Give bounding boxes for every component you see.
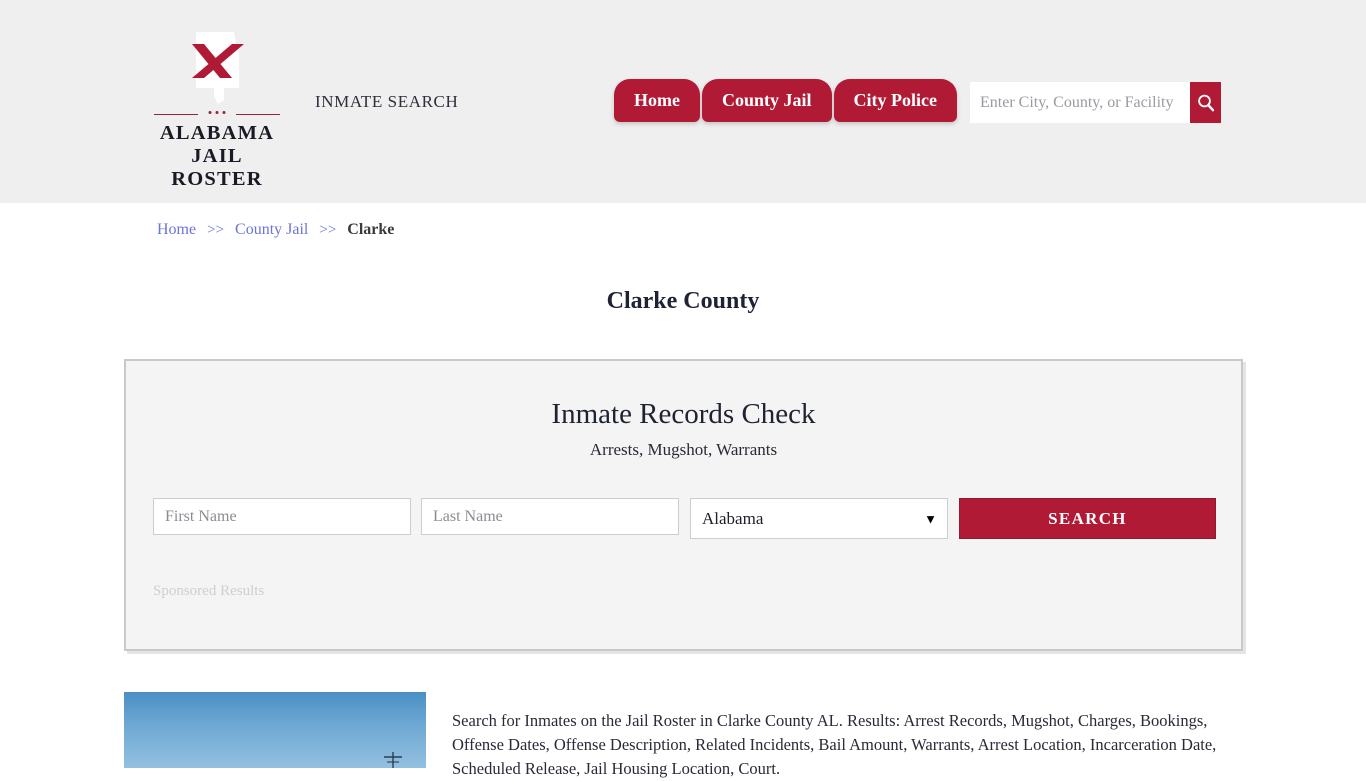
- breadcrumb-item-current: Clarke: [347, 221, 395, 238]
- alabama-state-outline-with-cross-icon: [182, 30, 252, 106]
- breadcrumb-separator: >>: [319, 222, 337, 238]
- card-title: Inmate Records Check: [551, 398, 816, 430]
- search-submit-button[interactable]: SEARCH: [959, 498, 1216, 539]
- logo-divider: [154, 110, 280, 119]
- first-name-input[interactable]: [153, 498, 411, 535]
- nav-item-county-jail[interactable]: County Jail: [701, 79, 832, 122]
- breadcrumb-separator: >>: [207, 222, 225, 238]
- logo-text-line1: ALABAMA: [159, 122, 275, 144]
- main-navigation: Home County Jail City Police: [614, 79, 957, 122]
- breadcrumb-item-home[interactable]: Home: [157, 221, 196, 238]
- nav-item-city-police[interactable]: City Police: [833, 79, 957, 122]
- breadcrumb-item-county-jail[interactable]: County Jail: [235, 221, 308, 238]
- card-subtitle: Arrests, Mugshot, Warrants: [589, 439, 778, 459]
- state-select-wrapper: Alabama ▼: [690, 498, 948, 539]
- state-select[interactable]: Alabama: [690, 498, 948, 539]
- header-search: [970, 82, 1221, 123]
- last-name-input[interactable]: [421, 498, 679, 535]
- site-logo[interactable]: ALABAMA JAIL ROSTER: [152, 30, 282, 191]
- header-search-button[interactable]: [1190, 82, 1221, 123]
- inmate-search-form: Alabama ▼ SEARCH: [153, 498, 1217, 539]
- page-title: Clarke County: [606, 288, 760, 315]
- header-search-input[interactable]: [970, 82, 1190, 123]
- logo-text-line2: JAIL ROSTER: [171, 144, 263, 190]
- page-description: Search for Inmates on the Jail Roster in…: [452, 710, 1217, 778]
- search-icon: [1197, 94, 1214, 111]
- header-tagline: INMATE SEARCH: [315, 92, 459, 111]
- sponsored-results-label: Sponsored Results: [153, 583, 265, 599]
- facility-photo: [124, 692, 426, 768]
- header-inner: ALABAMA JAIL ROSTER INMATE SEARCH Home C…: [0, 0, 1366, 203]
- breadcrumb: Home >> County Jail >> Clarke: [157, 221, 394, 239]
- utility-pole-icon: [384, 752, 402, 768]
- site-header: ALABAMA JAIL ROSTER INMATE SEARCH Home C…: [0, 0, 1366, 203]
- nav-item-home[interactable]: Home: [614, 79, 700, 122]
- inmate-records-card: Inmate Records Check Arrests, Mugshot, W…: [124, 359, 1243, 651]
